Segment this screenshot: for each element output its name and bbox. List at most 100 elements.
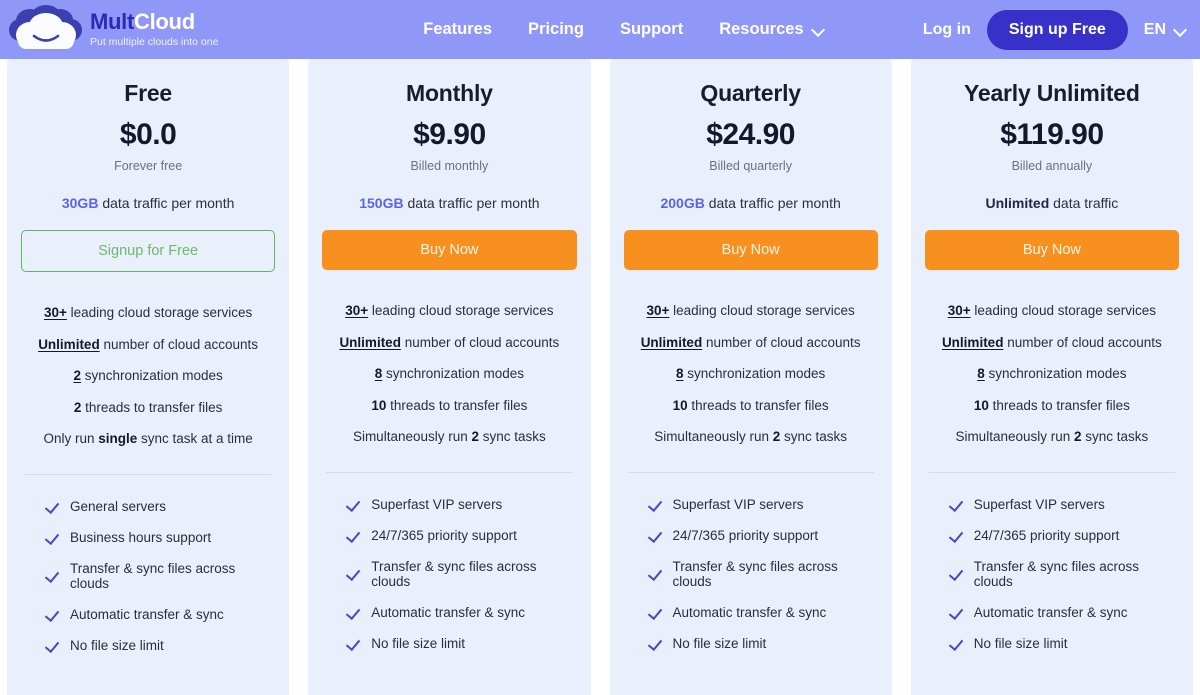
plan-perk-label: Transfer & sync files across clouds: [371, 559, 537, 590]
check-icon: [648, 529, 662, 543]
check-icon: [949, 567, 963, 581]
plan-billing-period: Billed quarterly: [709, 159, 792, 174]
check-icon: [648, 637, 662, 651]
signup-for-free-button[interactable]: Signup for Free: [21, 230, 276, 273]
plan-spec: 30+ leading cloud storage services: [947, 303, 1156, 319]
nav-item-features[interactable]: Features: [423, 20, 492, 39]
plan-perk-label: No file size limit: [70, 638, 164, 654]
plan-perk: Automatic transfer & sync: [648, 605, 878, 620]
logo-area[interactable]: MultCloud Put multiple clouds into one: [0, 4, 300, 56]
plan-data-traffic: 150GB data traffic per month: [322, 195, 576, 211]
check-icon: [45, 639, 59, 653]
plan-perk-label: No file size limit: [672, 636, 767, 652]
plan-perk: 24/7/365 priority support: [648, 528, 878, 543]
plan-perk: Automatic transfer & sync: [949, 605, 1179, 620]
brand-tagline: Put multiple clouds into one: [90, 36, 219, 49]
buy-now-button[interactable]: Buy Now: [322, 230, 577, 271]
plan-data-traffic: 30GB data traffic per month: [21, 195, 275, 211]
plan-perk: No file size limit: [648, 636, 878, 651]
plan-perk: Automatic transfer & sync: [45, 607, 275, 622]
plan-perk-label: Business hours support: [70, 530, 212, 546]
nav-item-label: Resources: [719, 20, 804, 38]
plan-traffic-amount: 200GB: [660, 195, 705, 212]
site-header: MultCloud Put multiple clouds into one F…: [0, 0, 1200, 59]
plan-perk-label: Automatic transfer & sync: [672, 605, 827, 621]
plan-spec: Simultaneously run 2 sync tasks: [955, 429, 1149, 445]
plan-name: Free: [124, 80, 173, 106]
plan-specs-list: 30+ leading cloud storage services Unlimi…: [925, 302, 1179, 446]
plan-name: Quarterly: [700, 80, 801, 106]
nav-item-pricing[interactable]: Pricing: [528, 20, 584, 39]
pricing-card: Yearly Unlimited $119.90 Billed annually Un…: [910, 59, 1193, 695]
check-icon: [949, 498, 963, 512]
plan-perk: No file size limit: [346, 636, 576, 651]
plan-price: $0.0: [119, 118, 177, 152]
plan-traffic-text: data traffic per month: [407, 195, 540, 212]
plan-perks-list: General servers Business hours support Tra…: [21, 499, 275, 653]
plan-spec: 10 threads to transfer files: [371, 397, 528, 413]
plan-perk-label: Automatic transfer & sync: [371, 605, 526, 621]
plan-specs-list: 30+ leading cloud storage services Unlimi…: [21, 304, 275, 448]
plan-billing-period: Billed monthly: [410, 159, 489, 174]
check-icon: [346, 529, 360, 543]
plan-perk: Business hours support: [45, 530, 275, 545]
login-link[interactable]: Log in: [923, 21, 971, 39]
plan-perk-label: Transfer & sync files across clouds: [672, 559, 838, 590]
brand-name-part2: Cloud: [134, 9, 195, 35]
plan-name: Yearly Unlimited: [963, 80, 1140, 106]
plan-perk-label: 24/7/365 priority support: [672, 528, 819, 544]
plan-spec: 30+ leading cloud storage services: [43, 305, 253, 321]
language-label: EN: [1143, 20, 1166, 38]
check-icon: [949, 606, 963, 620]
nav-item-resources[interactable]: Resources: [719, 20, 823, 39]
buy-now-button[interactable]: Buy Now: [924, 230, 1179, 271]
plan-data-traffic: Unlimited data traffic: [925, 195, 1179, 211]
check-icon: [346, 637, 360, 651]
card-divider: [627, 472, 874, 474]
pricing-card: Quarterly $24.90 Billed quarterly 200GB dat…: [609, 59, 892, 695]
nav-item-support[interactable]: Support: [620, 20, 683, 39]
check-icon: [45, 569, 59, 583]
plan-perk: Transfer & sync files across clouds: [346, 559, 576, 589]
plan-traffic-amount: 150GB: [359, 195, 404, 212]
check-icon: [949, 637, 963, 651]
check-icon: [346, 606, 360, 620]
check-icon: [45, 531, 59, 545]
plan-perk-label: Automatic transfer & sync: [973, 605, 1128, 621]
plan-perk-label: Automatic transfer & sync: [70, 607, 224, 623]
plan-price: $9.90: [413, 118, 486, 152]
chevron-down-icon: [813, 24, 824, 35]
pricing-card: Monthly $9.90 Billed monthly 150GB data tra…: [308, 59, 591, 695]
plan-perk: No file size limit: [45, 638, 275, 653]
cloud-smile-logo-icon: [8, 4, 84, 56]
plan-spec: Simultaneously run 2 sync tasks: [352, 429, 546, 445]
plan-spec: 30+ leading cloud storage services: [646, 303, 855, 319]
plan-price: $119.90: [1000, 118, 1104, 152]
plan-spec: Only run single sync task at a time: [43, 431, 253, 447]
plan-spec: 10 threads to transfer files: [672, 397, 829, 413]
nav-item-label: Pricing: [528, 20, 584, 38]
plan-perk-label: No file size limit: [973, 636, 1068, 652]
nav-item-label: Features: [423, 20, 493, 38]
language-selector[interactable]: EN: [1144, 21, 1186, 39]
plan-spec: 2 synchronization modes: [73, 368, 223, 384]
nav-item-label: Support: [619, 20, 684, 38]
plan-perk-label: Superfast VIP servers: [973, 497, 1105, 513]
plan-traffic-amount: Unlimited: [985, 195, 1050, 212]
card-divider: [928, 472, 1175, 474]
pricing-plans-grid: Free $0.0 Forever free 30GB data traffic pe…: [0, 59, 1200, 695]
plan-perk-label: Superfast VIP servers: [672, 497, 804, 513]
plan-perk: Superfast VIP servers: [648, 497, 878, 512]
plan-perk: No file size limit: [949, 636, 1179, 651]
buy-now-button[interactable]: Buy Now: [623, 230, 878, 271]
header-actions: Log in Sign up Free EN: [923, 9, 1200, 50]
plan-perk-label: Transfer & sync files across clouds: [973, 559, 1140, 590]
plan-spec: 10 threads to transfer files: [973, 397, 1130, 413]
plan-perk-label: Superfast VIP servers: [371, 497, 503, 513]
pricing-card: Free $0.0 Forever free 30GB data traffic pe…: [7, 59, 290, 695]
plan-perk-label: 24/7/365 priority support: [371, 528, 517, 544]
signup-free-button[interactable]: Sign up Free: [986, 9, 1128, 50]
check-icon: [648, 606, 662, 620]
plan-perk: Transfer & sync files across clouds: [648, 559, 878, 589]
plan-traffic-text: data traffic: [1053, 195, 1119, 212]
